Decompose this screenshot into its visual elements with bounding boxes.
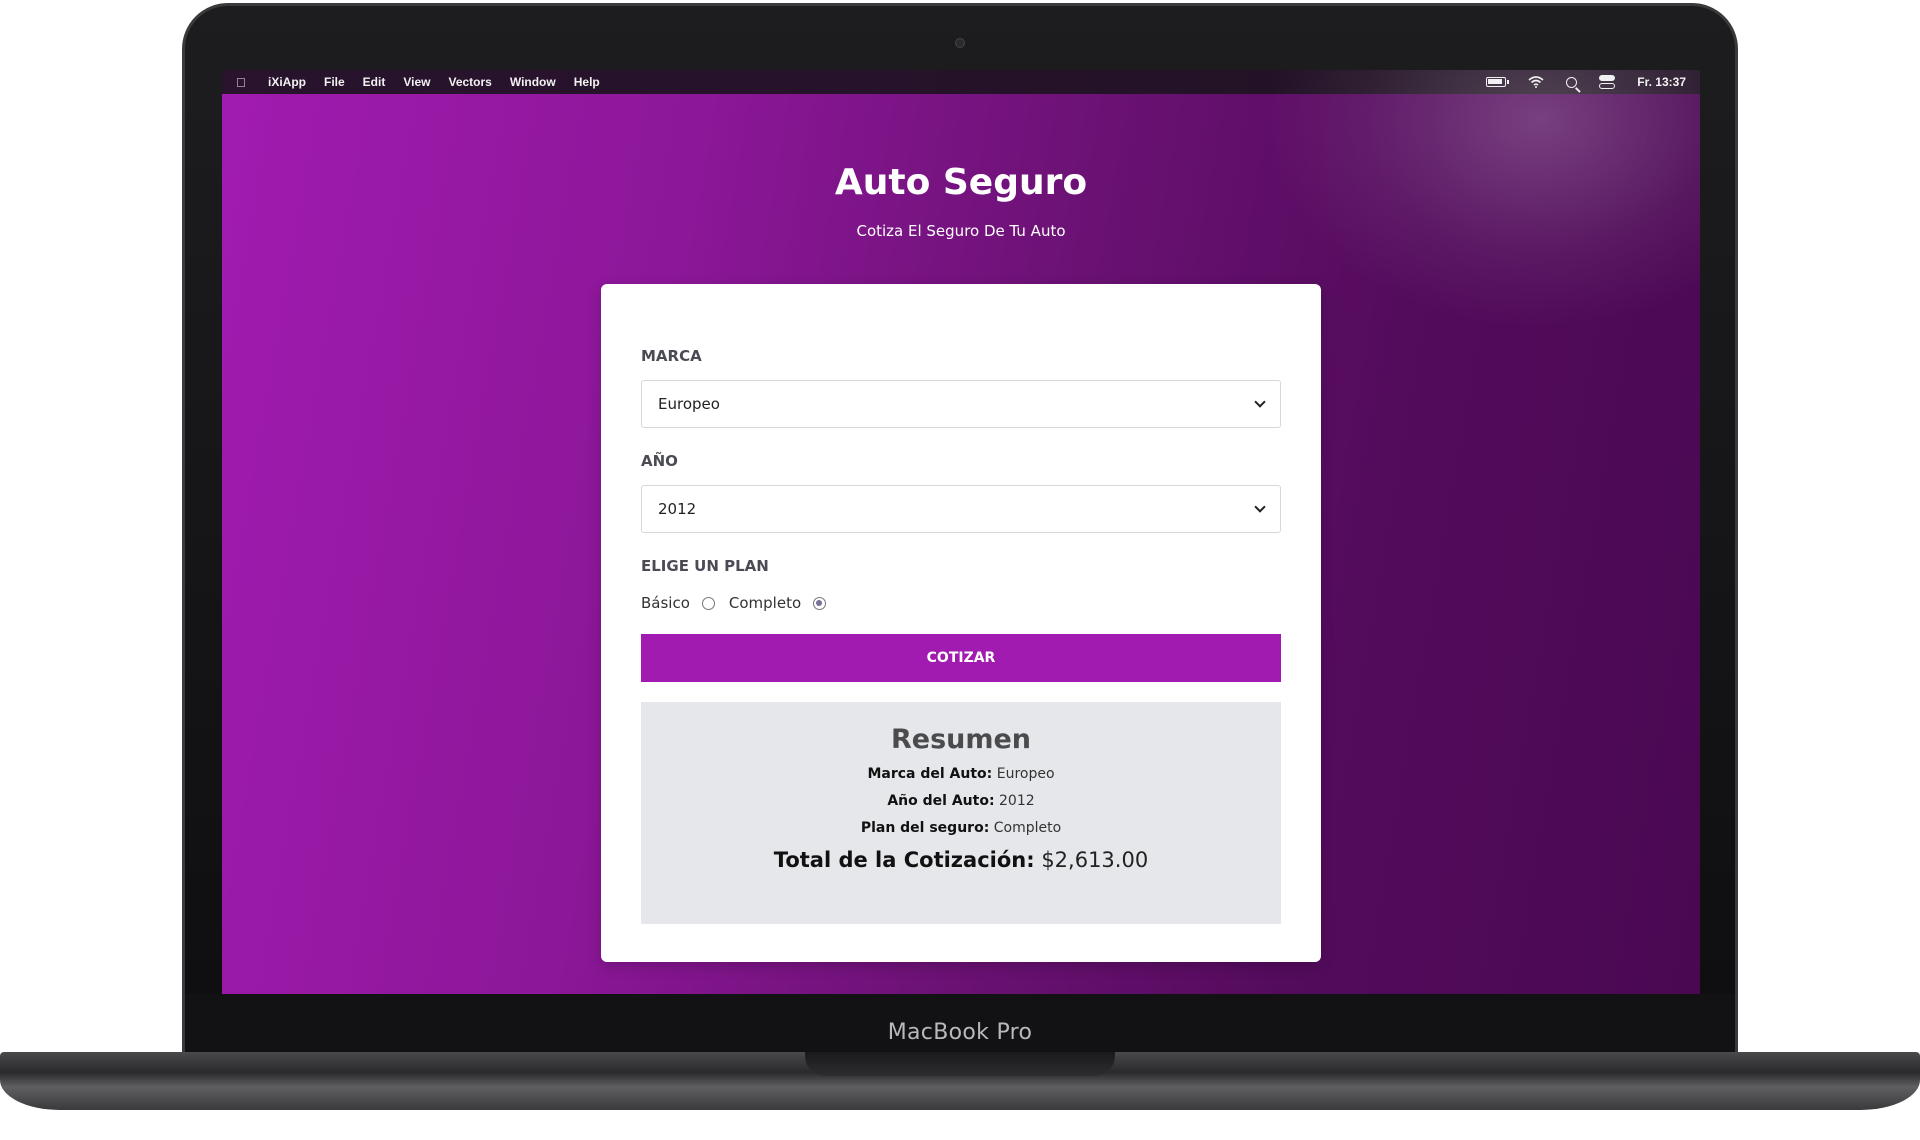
summary-marca-line: Marca del Auto: Europeo xyxy=(641,766,1281,782)
menu-file[interactable]: File xyxy=(324,75,345,89)
summary-total-line: Total de la Cotización: $2,613.00 xyxy=(641,848,1281,872)
plan-completo-radio[interactable] xyxy=(813,596,827,610)
anio-select-value: 2012 xyxy=(658,500,697,518)
device-brand-label: MacBook Pro xyxy=(887,1020,1033,1045)
summary-anio-key: Año del Auto: xyxy=(887,793,995,809)
summary-total-value: $2,613.00 xyxy=(1041,848,1149,872)
anio-label: AÑO xyxy=(641,452,678,470)
apple-icon[interactable]:  xyxy=(236,75,250,90)
menu-window[interactable]: Window xyxy=(510,75,556,89)
plan-basico-label: Básico xyxy=(641,594,690,612)
quote-form-card: MARCA Europeo AÑO 2012 ELIGE UN PLAN Bás… xyxy=(601,284,1321,962)
laptop-notch xyxy=(805,1052,1115,1076)
summary-marca-value: Europeo xyxy=(996,766,1055,782)
plan-completo-label: Completo xyxy=(728,594,802,612)
summary-anio-line: Año del Auto: 2012 xyxy=(641,793,1281,809)
menu-clock[interactable]: Fr. 13:37 xyxy=(1637,75,1686,89)
summary-title: Resumen xyxy=(890,724,1032,755)
marca-label: MARCA xyxy=(641,347,702,365)
marca-select-value: Europeo xyxy=(658,395,720,413)
marca-select[interactable]: Europeo xyxy=(641,380,1281,428)
page-subtitle: Cotiza El Seguro De Tu Auto xyxy=(856,222,1066,240)
wifi-icon[interactable] xyxy=(1528,76,1544,88)
menu-vectors[interactable]: Vectors xyxy=(448,75,491,89)
menu-help[interactable]: Help xyxy=(574,75,600,89)
chevron-down-icon xyxy=(1254,396,1266,408)
menu-bar:  iXiApp File Edit View Vectors Window H… xyxy=(222,70,1700,94)
control-center-icon[interactable] xyxy=(1599,75,1616,89)
status-area: Fr. 13:37 xyxy=(1486,75,1686,89)
cotizar-button[interactable]: COTIZAR xyxy=(641,634,1281,682)
search-icon[interactable] xyxy=(1566,76,1578,88)
anio-select[interactable]: 2012 xyxy=(641,485,1281,533)
menu-edit[interactable]: Edit xyxy=(363,75,386,89)
menu-view[interactable]: View xyxy=(403,75,430,89)
screen:  iXiApp File Edit View Vectors Window H… xyxy=(222,70,1700,994)
plan-radio-group: Básico Completo xyxy=(641,594,840,612)
summary-anio-value: 2012 xyxy=(999,793,1035,809)
summary-plan-value: Completo xyxy=(993,820,1062,836)
plan-basico-radio[interactable] xyxy=(701,596,715,610)
battery-icon[interactable] xyxy=(1486,77,1510,87)
camera-icon xyxy=(955,38,965,48)
summary-plan-key: Plan del seguro: xyxy=(860,820,990,836)
summary-marca-key: Marca del Auto: xyxy=(867,766,993,782)
summary-total-key: Total de la Cotización: xyxy=(773,848,1035,872)
summary-plan-line: Plan del seguro: Completo xyxy=(641,820,1281,836)
chevron-down-icon xyxy=(1254,501,1266,513)
page-title: Auto Seguro xyxy=(834,162,1088,203)
plan-label: ELIGE UN PLAN xyxy=(641,557,769,575)
summary-panel: Resumen Marca del Auto: Europeo Año del … xyxy=(641,702,1281,924)
menu-app-name[interactable]: iXiApp xyxy=(268,75,306,89)
